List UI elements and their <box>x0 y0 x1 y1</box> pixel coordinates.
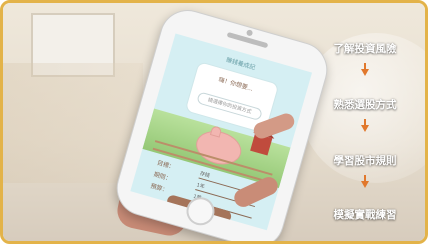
step-label: 模擬實戰練習 <box>333 209 397 221</box>
step-label: 熟悉選股方式 <box>333 99 397 111</box>
promo-frame: 賺錢養成記 嗨！你想要... 請選擇你的投資方式 目標： 存錢 期間： 1年 預… <box>0 0 428 244</box>
bubble-title: 嗨！你想要... <box>217 76 254 93</box>
down-arrow-icon <box>361 181 369 188</box>
bubble-prompt[interactable]: 請選擇你的投資方式 <box>196 91 263 122</box>
app-screen: 賺錢養成記 嗨！你想要... 請選擇你的投資方式 目標： 存錢 期間： 1年 預… <box>130 33 313 231</box>
down-arrow-icon <box>361 69 369 76</box>
step-label: 學習股市規則 <box>333 155 397 167</box>
form-label: 目標： <box>156 159 176 172</box>
front-camera-icon <box>245 29 254 37</box>
step-label: 了解投資風險 <box>333 43 397 55</box>
down-arrow-icon <box>361 125 369 132</box>
steps-list: 了解投資風險 熟悉選股方式 學習股市規則 模擬實戰練習 <box>315 41 415 231</box>
